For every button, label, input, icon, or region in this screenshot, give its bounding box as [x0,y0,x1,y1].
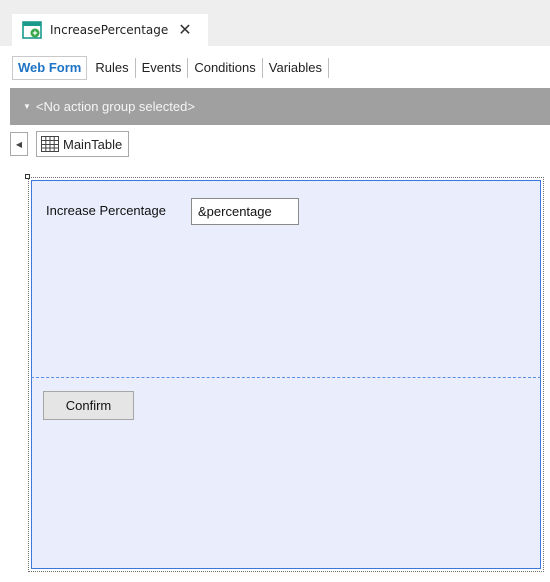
document-tab-bar: IncreasePercentage ✕ [0,0,550,46]
chevron-left-icon: ◀ [15,139,23,149]
webpanel-icon [22,21,42,39]
breadcrumb: ◀ MainTable [10,131,130,157]
resize-handle[interactable] [25,174,30,179]
breadcrumb-item-label: MainTable [63,136,123,152]
document-tab[interactable]: IncreasePercentage ✕ [12,14,208,46]
main-table[interactable] [31,180,541,569]
action-group-label: <No action group selected> [35,99,195,114]
table-row-divider [31,377,541,378]
tab-web-form[interactable]: Web Form [12,56,88,80]
tab-conditions[interactable]: Conditions [188,58,263,78]
breadcrumb-item-maintable[interactable]: MainTable [36,131,130,157]
close-icon[interactable]: ✕ [178,22,191,38]
chevron-down-icon[interactable]: ▼ [23,102,31,111]
document-tab-title: IncreasePercentage [50,23,169,37]
confirm-button[interactable]: Confirm [43,391,134,420]
action-group-bar[interactable]: ▼ <No action group selected> [10,88,550,125]
back-button[interactable]: ◀ [10,132,28,156]
tab-rules[interactable]: Rules [89,58,136,78]
editor-tabs: Web Form Rules Events Conditions Variabl… [12,54,329,82]
table-grid-icon [41,136,59,152]
percentage-field[interactable]: &percentage [191,198,299,225]
tab-variables[interactable]: Variables [263,58,329,78]
increase-percentage-label: Increase Percentage [46,203,166,218]
tab-events[interactable]: Events [136,58,189,78]
